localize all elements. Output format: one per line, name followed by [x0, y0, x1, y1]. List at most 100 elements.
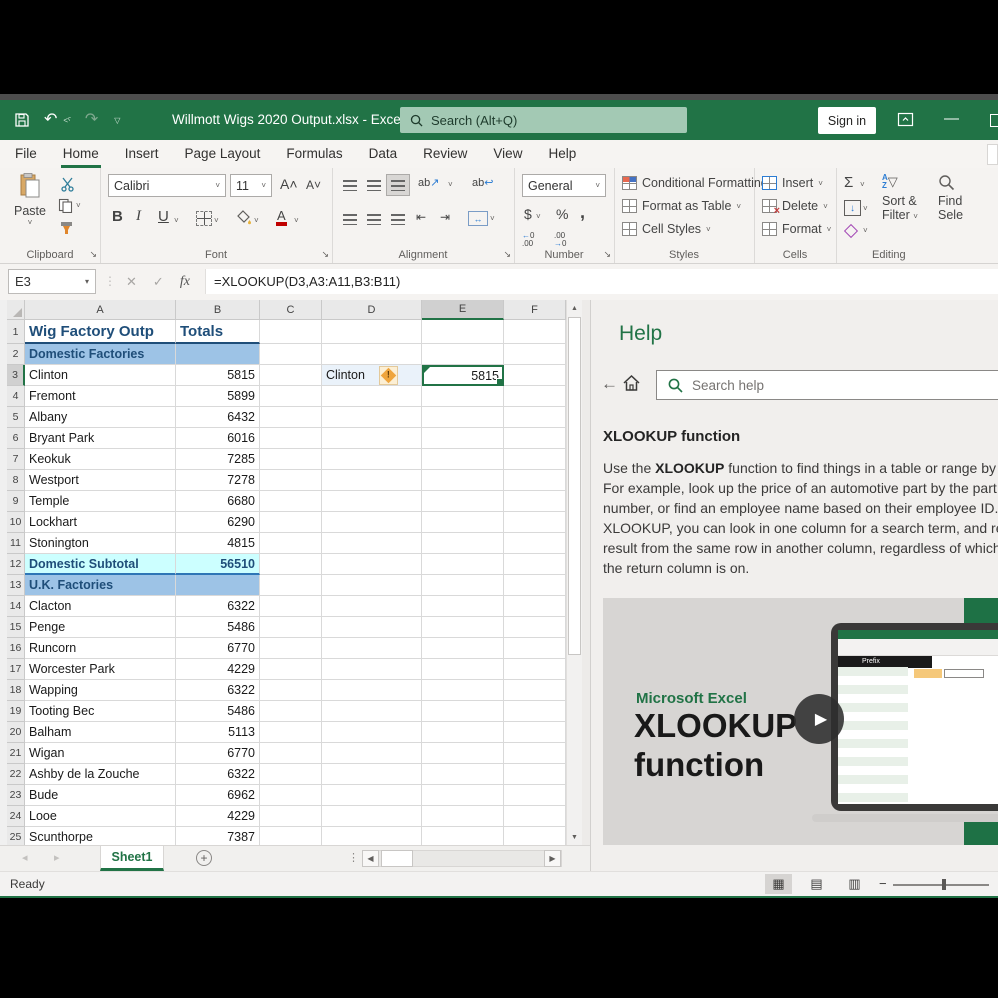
cell-C17[interactable]: [260, 659, 322, 680]
cell-D17[interactable]: [322, 659, 422, 680]
cell-D18[interactable]: [322, 680, 422, 701]
horizontal-scroll-thumb[interactable]: [381, 850, 413, 867]
titlebar-search[interactable]: Search (Alt+Q): [400, 107, 687, 133]
font-dialog-launcher-icon[interactable]: ↘: [321, 249, 329, 260]
cell-E23[interactable]: [422, 785, 504, 806]
cell-E10[interactable]: [422, 512, 504, 533]
cell-D15[interactable]: [322, 617, 422, 638]
cell-E11[interactable]: [422, 533, 504, 554]
cell-F13[interactable]: [504, 575, 566, 596]
ribbon-tab-home[interactable]: Home: [50, 140, 112, 168]
paste-button[interactable]: Paste ˅: [8, 173, 52, 227]
minimize-button[interactable]: —: [944, 100, 959, 140]
borders-chevron-icon[interactable]: ˅: [214, 216, 219, 225]
number-dialog-launcher-icon[interactable]: ↘: [603, 249, 611, 260]
font-name-combo[interactable]: Calibri˅: [108, 174, 226, 197]
cell-F17[interactable]: [504, 659, 566, 680]
cell-F16[interactable]: [504, 638, 566, 659]
ribbon-tab-view[interactable]: View: [480, 140, 535, 168]
row-header-19[interactable]: 19: [7, 701, 25, 722]
cell-B12[interactable]: 56510: [176, 554, 260, 575]
cell-A18[interactable]: Wapping: [25, 680, 176, 701]
col-header-C[interactable]: C: [260, 300, 322, 320]
row-header-7[interactable]: 7: [7, 449, 25, 470]
cell-D21[interactable]: [322, 743, 422, 764]
cell-B16[interactable]: 6770: [176, 638, 260, 659]
cell-F18[interactable]: [504, 680, 566, 701]
orientation-icon[interactable]: ab↗: [418, 176, 439, 189]
comma-style-icon[interactable]: ,: [580, 202, 585, 223]
underline-chevron-icon[interactable]: ˅: [174, 216, 179, 225]
cell-D20[interactable]: [322, 722, 422, 743]
cell-B22[interactable]: 6322: [176, 764, 260, 785]
help-back-icon[interactable]: ←: [601, 374, 618, 394]
cell-A14[interactable]: Clacton: [25, 596, 176, 617]
cell-C6[interactable]: [260, 428, 322, 449]
cell-C7[interactable]: [260, 449, 322, 470]
clipboard-dialog-launcher-icon[interactable]: ↘: [89, 249, 97, 260]
cell-E12[interactable]: [422, 554, 504, 575]
copy-button[interactable]: ˅: [58, 198, 81, 213]
increase-font-size-icon[interactable]: A˄: [280, 176, 298, 192]
cell-A17[interactable]: Worcester Park: [25, 659, 176, 680]
cell-B9[interactable]: 6680: [176, 491, 260, 512]
cell-E3[interactable]: 5815: [422, 365, 504, 386]
format-painter-icon[interactable]: [59, 220, 75, 236]
percent-style-icon[interactable]: %: [556, 206, 568, 222]
cell-styles-button[interactable]: Cell Styles ˅: [622, 222, 711, 236]
qat-customize-icon[interactable]: ▽: [114, 116, 120, 125]
ribbon-tab-data[interactable]: Data: [356, 140, 411, 168]
cell-C24[interactable]: [260, 806, 322, 827]
cell-F7[interactable]: [504, 449, 566, 470]
prev-sheet-icon[interactable]: ◂: [22, 846, 28, 871]
cell-B8[interactable]: 7278: [176, 470, 260, 491]
cell-F9[interactable]: [504, 491, 566, 512]
font-color-icon[interactable]: A: [276, 209, 287, 226]
cell-A10[interactable]: Lockhart: [25, 512, 176, 533]
row-header-1[interactable]: 1: [7, 320, 25, 344]
cell-D22[interactable]: [322, 764, 422, 785]
cell-A5[interactable]: Albany: [25, 407, 176, 428]
cell-E6[interactable]: [422, 428, 504, 449]
row-header-11[interactable]: 11: [7, 533, 25, 554]
accounting-chevron-icon[interactable]: ˅: [536, 212, 541, 221]
cell-A3[interactable]: Clinton: [25, 365, 176, 386]
clear-icon[interactable]: [844, 224, 858, 238]
zoom-slider-handle[interactable]: [942, 879, 946, 890]
enter-icon[interactable]: ✓: [153, 274, 164, 290]
cell-C23[interactable]: [260, 785, 322, 806]
row-header-14[interactable]: 14: [7, 596, 25, 617]
cell-C1[interactable]: [260, 320, 322, 344]
cell-E4[interactable]: [422, 386, 504, 407]
cell-C18[interactable]: [260, 680, 322, 701]
cell-B1[interactable]: Totals: [176, 320, 260, 344]
cell-C25[interactable]: [260, 827, 322, 845]
italic-button[interactable]: I: [136, 208, 141, 225]
increase-decimal-icon[interactable]: ←0.00: [522, 232, 534, 248]
row-header-4[interactable]: 4: [7, 386, 25, 407]
cell-D12[interactable]: [322, 554, 422, 575]
align-left-icon[interactable]: [338, 208, 362, 230]
col-header-F[interactable]: F: [504, 300, 566, 320]
cell-A13[interactable]: U.K. Factories: [25, 575, 176, 596]
hscroll-right-icon[interactable]: ▶: [544, 850, 561, 867]
cell-A12[interactable]: Domestic Subtotal: [25, 554, 176, 575]
decrease-indent-icon[interactable]: ⇤: [416, 210, 426, 224]
cell-B24[interactable]: 4229: [176, 806, 260, 827]
accounting-format-icon[interactable]: $: [524, 206, 532, 222]
row-header-21[interactable]: 21: [7, 743, 25, 764]
cell-E18[interactable]: [422, 680, 504, 701]
ribbon-tab-help[interactable]: Help: [535, 140, 589, 168]
cell-A1[interactable]: Wig Factory Outp: [25, 320, 176, 344]
cell-F23[interactable]: [504, 785, 566, 806]
align-right-icon[interactable]: [386, 208, 410, 230]
cell-B20[interactable]: 5113: [176, 722, 260, 743]
autosum-chevron-icon[interactable]: ˅: [860, 180, 865, 189]
cell-E8[interactable]: [422, 470, 504, 491]
fill-color-chevron-icon[interactable]: ˅: [254, 216, 259, 225]
cell-F19[interactable]: [504, 701, 566, 722]
cell-B25[interactable]: 7387: [176, 827, 260, 845]
cell-B21[interactable]: 6770: [176, 743, 260, 764]
align-center-icon[interactable]: [362, 208, 386, 230]
cell-C20[interactable]: [260, 722, 322, 743]
